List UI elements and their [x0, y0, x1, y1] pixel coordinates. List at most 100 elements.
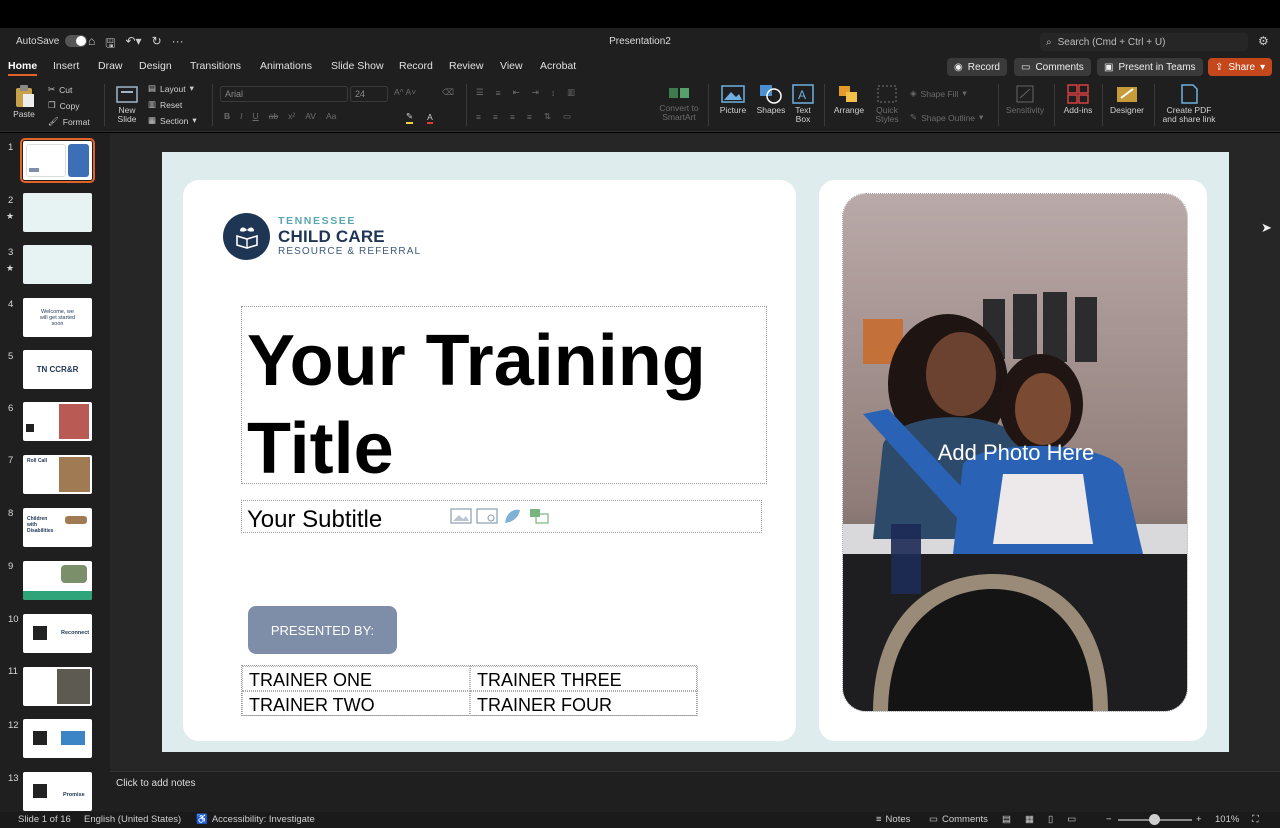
tab-transitions[interactable]: Transitions	[190, 60, 241, 72]
reset-button[interactable]: ▥ Reset	[148, 99, 182, 110]
comments-toggle-button[interactable]: ▭ Comments	[929, 814, 988, 825]
tab-insert[interactable]: Insert	[53, 60, 79, 72]
clear-format-icon[interactable]: ⌫	[442, 87, 454, 98]
superscript-icon[interactable]: x²	[288, 111, 295, 121]
slide-thumbnail-2[interactable]	[23, 193, 92, 232]
slide-thumbnail-3[interactable]	[23, 245, 92, 284]
align-left-icon[interactable]: ≡	[476, 112, 481, 122]
highlight-icon[interactable]: ✎	[406, 111, 414, 124]
normal-view-icon[interactable]: ▤	[1002, 814, 1011, 825]
notes-toggle-button[interactable]: ≡ Notes	[876, 814, 910, 825]
arrange-button[interactable]: Arrange	[830, 84, 868, 115]
save-icon[interactable]: 🖫	[105, 34, 115, 55]
slide-sorter-icon[interactable]: ▦	[1025, 814, 1034, 825]
align-center-icon[interactable]: ≡	[493, 112, 498, 122]
table-cell[interactable]: TRAINER THREE	[470, 666, 698, 691]
bold-icon[interactable]: B	[224, 111, 230, 121]
zoom-slider-handle[interactable]	[1149, 814, 1160, 825]
slide-thumbnail-10[interactable]: Reconnect	[23, 614, 92, 653]
insert-online-picture-icon[interactable]	[476, 507, 498, 525]
toggle-switch[interactable]	[65, 35, 88, 47]
home-icon[interactable]: ⌂	[88, 34, 95, 55]
change-case-icon[interactable]: Aa	[326, 111, 336, 121]
columns-icon[interactable]: ▥	[567, 87, 575, 98]
text-box-button[interactable]: A Text Box	[790, 84, 816, 124]
trainer-table[interactable]: TRAINER ONE TRAINER THREE TRAINER TWO TR…	[241, 665, 698, 716]
tab-record[interactable]: Record	[399, 60, 433, 72]
sensitivity-button[interactable]: Sensitivity	[1002, 84, 1048, 115]
account-icon[interactable]: ⚙	[1258, 34, 1269, 48]
section-button[interactable]: ▦ Section ▾	[148, 115, 197, 126]
font-size-grow-icon[interactable]: A^ A˅	[394, 87, 416, 97]
tab-animations[interactable]: Animations	[260, 60, 312, 72]
slide-thumbnail-6[interactable]	[23, 402, 92, 441]
slide-thumbnail-7[interactable]: Roll Call	[23, 455, 92, 494]
slide-thumbnail-9[interactable]	[23, 561, 92, 600]
record-button[interactable]: ◉ Record	[947, 58, 1007, 76]
share-button[interactable]: ⇪ Share ▾	[1208, 58, 1273, 76]
text-direction-icon[interactable]: ⇅	[544, 111, 551, 122]
photo-placeholder[interactable]: Add Photo Here	[842, 193, 1188, 712]
zoom-out-icon[interactable]: −	[1106, 814, 1112, 825]
shape-outline-button[interactable]: ✎ Shape Outline ▾	[910, 112, 983, 123]
add-ins-button[interactable]: Add-ins	[1058, 84, 1098, 115]
zoom-level[interactable]: 101%	[1215, 814, 1239, 825]
convert-smartart-button[interactable]: Convert to SmartArt	[656, 84, 702, 122]
font-size-select[interactable]: 24	[350, 86, 388, 102]
insert-picture-icon[interactable]	[450, 507, 472, 525]
line-spacing-icon[interactable]: ↕	[551, 88, 555, 98]
shape-fill-button[interactable]: ◈ Shape Fill ▾	[910, 88, 967, 99]
table-cell[interactable]: TRAINER ONE	[242, 666, 470, 691]
slide-thumbnail-13[interactable]: Promise	[23, 772, 92, 811]
bullets-icon[interactable]: ☰	[476, 87, 484, 98]
slideshow-icon[interactable]: ▭	[1067, 814, 1076, 825]
indent-increase-icon[interactable]: ⇥	[532, 87, 539, 98]
tab-view[interactable]: View	[500, 60, 523, 72]
more-icon[interactable]: ···	[172, 34, 184, 55]
fit-slide-icon[interactable]: ⛶	[1252, 814, 1259, 825]
tab-home[interactable]: Home	[8, 60, 38, 76]
language-indicator[interactable]: English (United States)	[84, 814, 181, 825]
new-slide-button[interactable]: New Slide	[110, 84, 144, 124]
undo-icon[interactable]: ↶▾	[125, 34, 141, 55]
slide-thumbnail-11[interactable]	[23, 667, 92, 706]
designer-button[interactable]: Designer	[1106, 84, 1148, 115]
insert-smartart-icon[interactable]	[528, 507, 550, 525]
accessibility-button[interactable]: ♿ Accessibility: Investigate	[196, 814, 315, 825]
insert-icons-icon[interactable]	[502, 507, 524, 525]
slide-thumbnail-1[interactable]	[20, 138, 95, 183]
tab-slide-show[interactable]: Slide Show	[331, 60, 384, 72]
cut-button[interactable]: ✂ Cut	[48, 84, 72, 95]
zoom-in-icon[interactable]: +	[1196, 814, 1202, 825]
redo-icon[interactable]: ↻	[152, 34, 162, 55]
italic-icon[interactable]: I	[240, 111, 242, 121]
reading-view-icon[interactable]: ▯	[1048, 814, 1053, 825]
create-pdf-button[interactable]: Create PDF and share link	[1158, 84, 1220, 124]
search-input[interactable]: ⌕ Search (Cmd + Ctrl + U)	[1040, 33, 1248, 51]
align-right-icon[interactable]: ≡	[510, 112, 515, 122]
autosave-toggle[interactable]: AutoSave	[16, 35, 88, 47]
layout-button[interactable]: ▤ Layout ▾	[148, 83, 194, 94]
paste-button[interactable]: Paste	[8, 84, 40, 119]
slide-thumbnail-4[interactable]: Welcome, we will get started soon	[23, 298, 92, 337]
quick-styles-button[interactable]: Quick Styles	[870, 84, 904, 124]
table-cell[interactable]: TRAINER TWO	[242, 691, 470, 716]
font-name-select[interactable]: Arial	[220, 86, 348, 102]
char-spacing-icon[interactable]: AV	[305, 111, 316, 121]
title-placeholder[interactable]: Your Training Title	[241, 306, 767, 489]
underline-icon[interactable]: U	[253, 111, 259, 121]
subtitle-placeholder[interactable]: Your Subtitle	[241, 500, 762, 533]
slide-thumbnail-5[interactable]: TN CCR&R	[23, 350, 92, 389]
format-painter-button[interactable]: 🖌 Format	[48, 116, 90, 127]
strikethrough-icon[interactable]: ab	[269, 111, 278, 121]
comments-button[interactable]: ▭ Comments	[1014, 58, 1091, 76]
justify-icon[interactable]: ≡	[527, 112, 532, 122]
present-in-teams-button[interactable]: ▣ Present in Teams	[1097, 58, 1203, 76]
copy-button[interactable]: ❐ Copy	[48, 100, 79, 111]
tab-review[interactable]: Review	[449, 60, 483, 72]
slide-thumbnail-8[interactable]: Children with Disabilities	[23, 508, 92, 547]
slide-thumbnail-12[interactable]	[23, 719, 92, 758]
tab-draw[interactable]: Draw	[98, 60, 123, 72]
slide-thumbnails-pane[interactable]: 1 2 ★ 3 ★ 4 Welcome, we will get started…	[0, 133, 110, 812]
shapes-button[interactable]: Shapes	[752, 84, 790, 115]
